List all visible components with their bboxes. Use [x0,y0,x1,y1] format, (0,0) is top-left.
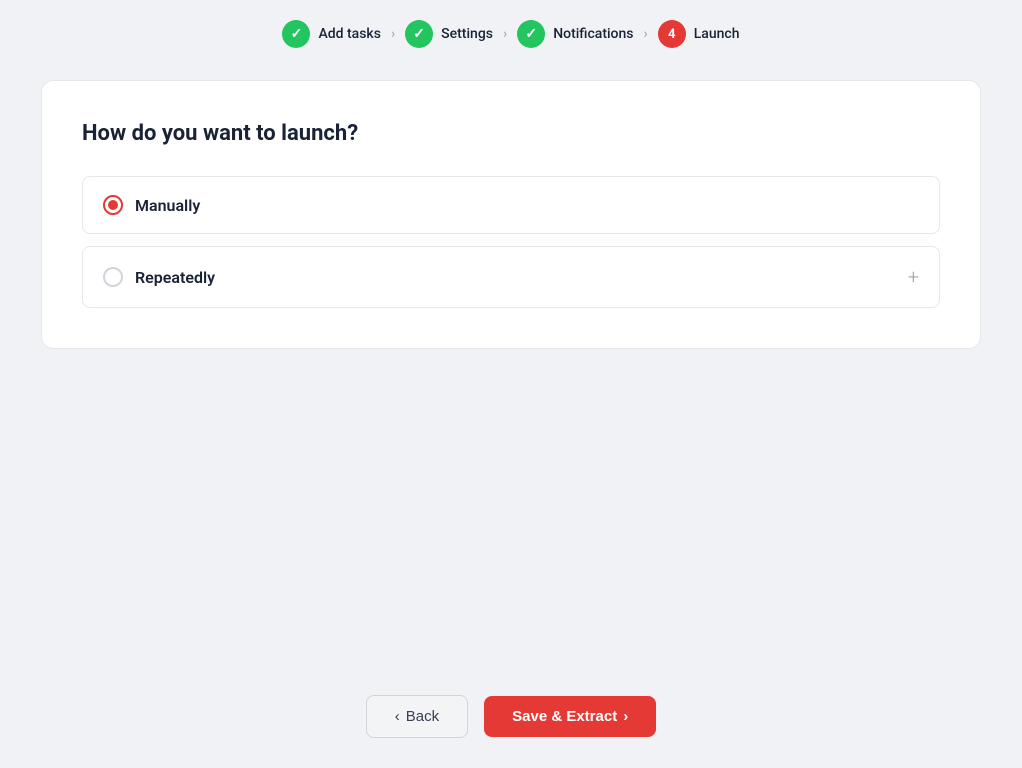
back-button-label: Back [406,708,439,725]
stepper: ✓ Add tasks › ✓ Settings › ✓ Notificatio… [0,0,1022,64]
chevron-icon-3: › [644,26,648,42]
main-content: How do you want to launch? Manually Repe… [0,64,1022,675]
manually-label: Manually [135,196,919,215]
plus-icon: + [908,265,919,289]
step-launch-label: Launch [694,26,740,42]
step-settings-icon: ✓ [405,20,433,48]
step-launch-number: 4 [668,27,675,42]
card-title: How do you want to launch? [82,121,940,146]
step-settings: ✓ Settings [405,20,493,48]
step-add-tasks-label: Add tasks [318,26,380,42]
step-notifications-icon: ✓ [517,20,545,48]
step-notifications: ✓ Notifications [517,20,633,48]
step-launch: 4 Launch [658,20,740,48]
back-button[interactable]: ‹ Back [366,695,468,738]
check-icon: ✓ [291,26,303,42]
repeatedly-radio[interactable] [103,267,123,287]
step-add-tasks: ✓ Add tasks [282,20,380,48]
manually-option[interactable]: Manually [82,176,940,234]
repeatedly-option[interactable]: Repeatedly + [82,246,940,308]
repeatedly-label: Repeatedly [135,268,896,287]
step-launch-icon: 4 [658,20,686,48]
chevron-icon-2: › [503,26,507,42]
step-settings-label: Settings [441,26,493,42]
step-add-tasks-icon: ✓ [282,20,310,48]
launch-card: How do you want to launch? Manually Repe… [41,80,981,349]
step-notifications-label: Notifications [553,26,633,42]
save-extract-button[interactable]: Save & Extract › [484,696,656,737]
save-button-label: Save & Extract [512,708,617,725]
back-chevron-icon: ‹ [395,708,400,725]
bottom-bar: ‹ Back Save & Extract › [0,675,1022,768]
check-icon-2: ✓ [413,26,425,42]
chevron-icon-1: › [391,26,395,42]
manually-radio[interactable] [103,195,123,215]
forward-chevron-icon: › [623,708,628,725]
check-icon-3: ✓ [525,26,537,42]
